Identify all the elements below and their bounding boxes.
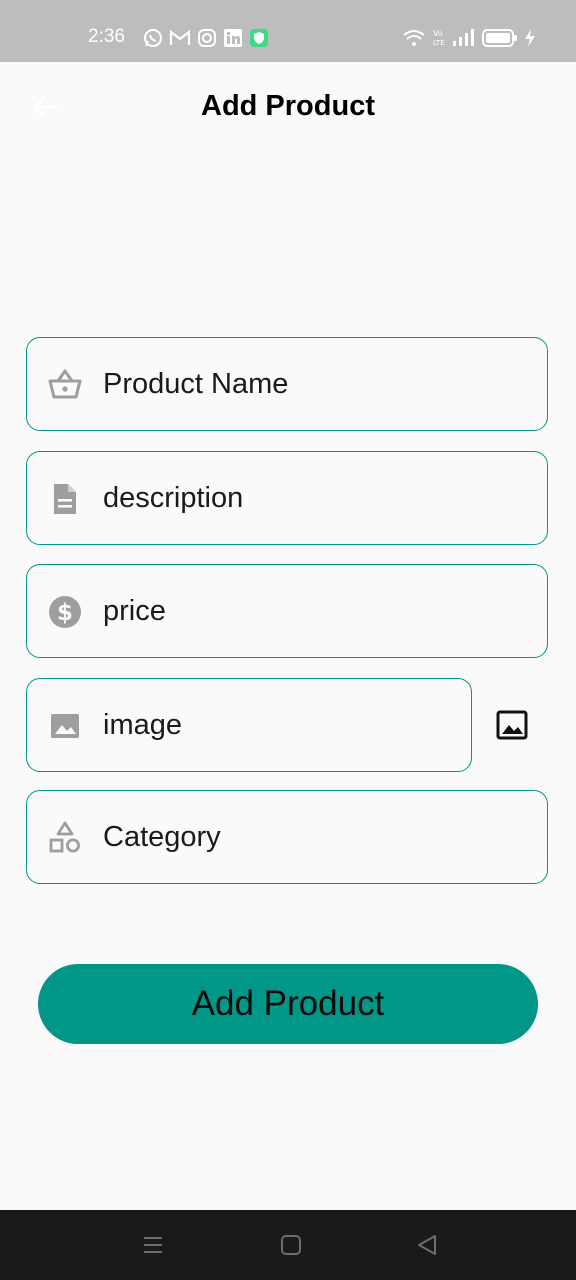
category-label: Category — [103, 821, 221, 853]
notification-icons — [143, 28, 269, 48]
battery-icon — [482, 29, 517, 47]
image-icon — [51, 714, 79, 738]
description-field[interactable]: description — [26, 451, 548, 545]
wifi-icon — [403, 30, 425, 46]
back-icon[interactable] — [416, 1234, 438, 1256]
add-product-button-label: Add Product — [191, 984, 385, 1023]
app-bar: Add Product — [0, 62, 576, 152]
volte-icon: Vo LTE — [433, 29, 445, 47]
svg-text:Vo: Vo — [433, 29, 443, 38]
home-icon[interactable] — [280, 1234, 302, 1256]
add-product-button[interactable]: Add Product — [38, 964, 538, 1044]
image-picker-icon[interactable] — [494, 707, 530, 743]
page-title: Add Product — [201, 90, 375, 122]
price-label: price — [103, 595, 166, 627]
status-time: 2:36 — [88, 26, 125, 47]
basket-icon — [48, 369, 82, 399]
price-field[interactable]: $ price — [26, 564, 548, 658]
description-label: description — [103, 482, 244, 514]
linkedin-icon — [224, 29, 242, 47]
product-name-label: Product Name — [103, 368, 289, 400]
charging-icon — [525, 29, 535, 47]
category-field[interactable]: Category — [26, 790, 548, 884]
instagram-icon — [198, 29, 216, 47]
status-bar: 2:36 Vo LTE — [0, 0, 576, 62]
svg-text:LTE: LTE — [433, 39, 445, 47]
image-field[interactable]: image — [26, 678, 472, 772]
product-name-field[interactable]: Product Name — [26, 337, 548, 431]
category-icon — [49, 821, 80, 853]
image-label: image — [103, 709, 182, 741]
system-icons: Vo LTE — [402, 28, 536, 48]
whatsapp-icon — [144, 29, 162, 47]
svg-text:$: $ — [57, 600, 73, 626]
menu-icon[interactable] — [142, 1234, 164, 1256]
signal-icon — [453, 29, 474, 46]
dollar-icon: $ — [49, 596, 81, 628]
document-icon — [54, 484, 76, 514]
navigation-bar — [0, 1210, 576, 1280]
security-app-icon — [250, 29, 268, 47]
gmail-icon — [169, 29, 191, 45]
